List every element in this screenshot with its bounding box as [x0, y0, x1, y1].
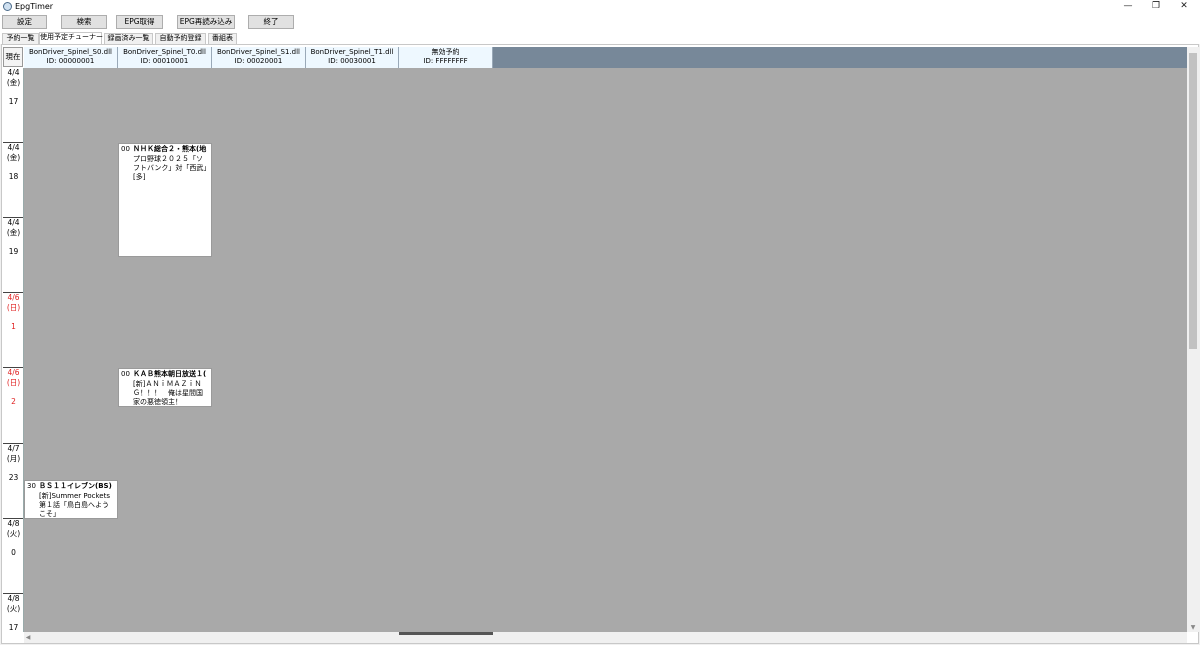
time-cell: 4/6 (日) 1	[3, 293, 23, 368]
toolbar: 設定 検索 EPG取得 EPG再読み込み 終了	[0, 13, 1200, 32]
now-button[interactable]: 現在	[3, 47, 23, 67]
schedule-grid: 00 ＮＨＫ総合２・熊本(地 プロ野球２０２５「ソフトバンク」対「西武」[多] …	[24, 68, 1187, 632]
app-window: EpgTimer — ❐ ✕ 設定 検索 EPG取得 EPG再読み込み 終了 予…	[0, 0, 1200, 645]
time-date: 4/6	[7, 368, 20, 377]
program-block[interactable]: 00 ＮＨＫ総合２・熊本(地 プロ野球２０２５「ソフトバンク」対「西武」[多]	[118, 143, 212, 257]
tuner-header[interactable]: BonDriver_Spinel_T0.dll ID: 00010001	[118, 47, 212, 68]
time-hour: 17	[8, 623, 19, 632]
time-cell: 4/8 (火) 0	[3, 519, 23, 594]
time-weekday: (火)	[6, 529, 21, 538]
tuner-header[interactable]: BonDriver_Spinel_S1.dll ID: 00020001	[212, 47, 306, 68]
program-title: [新]ＡＮｉＭＡＺｉＮＧ！！！ 俺は星間国家の悪徳領主！	[133, 380, 203, 406]
time-date: 4/4	[7, 68, 20, 77]
time-cell: 4/4 (金) 18	[3, 143, 23, 218]
time-hour: 0	[11, 548, 16, 557]
time-hour: 17	[8, 97, 19, 106]
time-hour: 1	[11, 322, 16, 331]
search-button[interactable]: 検索	[61, 15, 107, 29]
time-weekday: (金)	[6, 78, 21, 87]
tuner-header[interactable]: BonDriver_Spinel_T1.dll ID: 00030001	[306, 47, 399, 68]
time-date: 4/6	[7, 293, 20, 302]
tab-auto-reservation[interactable]: 自動予約登録	[155, 33, 206, 44]
restore-button[interactable]: ❐	[1142, 0, 1170, 13]
time-hour: 2	[11, 397, 16, 406]
time-weekday: (火)	[6, 604, 21, 613]
tuner-id: ID: 00000001	[46, 57, 95, 65]
time-hour: 23	[8, 473, 19, 482]
exit-button[interactable]: 終了	[248, 15, 294, 29]
time-date: 4/7	[7, 444, 20, 453]
program-service: ＫＡＢ熊本朝日放送１(	[133, 370, 207, 378]
program-minute: 30	[27, 482, 36, 490]
tab-epg-guide[interactable]: 番組表	[208, 33, 237, 44]
time-cell: 4/4 (金) 17	[3, 68, 23, 143]
vertical-scroll-thumb[interactable]	[1189, 53, 1197, 349]
close-button[interactable]: ✕	[1170, 0, 1198, 13]
time-hour: 18	[8, 172, 19, 181]
program-block[interactable]: 30 ＢＳ１１イレブン(BS) [新]Summer Pockets 第１話「鳥白…	[24, 480, 118, 519]
program-title: [新]Summer Pockets 第１話「鳥白島へようこそ」	[39, 492, 110, 518]
time-hour: 19	[8, 247, 19, 256]
program-minute: 00	[121, 370, 130, 378]
tab-bar: 予約一覧 使用予定チューナー 録画済み一覧 自動予約登録 番組表	[0, 32, 1200, 44]
title-bar: EpgTimer — ❐ ✕	[0, 0, 1200, 13]
minimize-button[interactable]: —	[1114, 0, 1142, 13]
vertical-scrollbar[interactable]: ▼	[1187, 47, 1199, 632]
tuner-id: ID: FFFFFFFF	[423, 57, 468, 65]
time-weekday: (月)	[6, 454, 21, 463]
time-weekday: (金)	[6, 153, 21, 162]
time-cell: 4/4 (金) 19	[3, 218, 23, 293]
window-title: EpgTimer	[15, 2, 54, 11]
tuner-name: BonDriver_Spinel_S0.dll	[28, 48, 113, 56]
time-weekday: (日)	[6, 303, 21, 312]
tuner-name: 無効予約	[431, 48, 460, 56]
time-date: 4/4	[7, 143, 20, 152]
tuner-name: BonDriver_Spinel_T0.dll	[123, 48, 206, 56]
tuner-id: ID: 00020001	[234, 57, 283, 65]
tuner-id: ID: 00010001	[140, 57, 189, 65]
horizontal-scrollbar[interactable]: ◀	[24, 632, 1187, 643]
program-block[interactable]: 00 ＫＡＢ熊本朝日放送１( [新]ＡＮｉＭＡＺｉＮＧ！！！ 俺は星間国家の悪徳…	[118, 368, 212, 407]
horizontal-scroll-thumb[interactable]	[399, 632, 493, 635]
time-date: 4/8	[7, 519, 20, 528]
tuner-name: BonDriver_Spinel_S1.dll	[216, 48, 301, 56]
scroll-left-arrow-icon[interactable]: ◀	[24, 634, 32, 642]
settings-button[interactable]: 設定	[2, 15, 47, 29]
tuner-id: ID: 00030001	[328, 57, 376, 65]
time-cell: 4/7 (月) 23	[3, 444, 23, 519]
epg-get-button[interactable]: EPG取得	[116, 15, 163, 29]
time-cell: 4/8 (火) 17	[3, 594, 23, 632]
time-column: 4/4 (金) 17 4/4 (金) 18 4/4 (金) 19 4/6 (日)…	[3, 68, 24, 632]
program-minute: 00	[121, 145, 130, 153]
epg-reload-button[interactable]: EPG再読み込み	[177, 15, 235, 29]
time-weekday: (日)	[6, 378, 21, 387]
tuner-header[interactable]: 無効予約 ID: FFFFFFFF	[399, 47, 493, 68]
tuner-header[interactable]: BonDriver_Spinel_S0.dll ID: 00000001	[24, 47, 118, 68]
time-date: 4/8	[7, 594, 20, 603]
program-title: プロ野球２０２５「ソフトバンク」対「西武」[多]	[133, 155, 207, 181]
program-service: ＮＨＫ総合２・熊本(地	[133, 145, 207, 153]
tab-tuner-schedule[interactable]: 使用予定チューナー	[39, 32, 103, 44]
program-service: ＢＳ１１イレブン(BS)	[39, 482, 112, 490]
time-cell: 4/6 (日) 2	[3, 368, 23, 444]
time-weekday: (金)	[6, 228, 21, 237]
tab-reservation-list[interactable]: 予約一覧	[2, 33, 39, 44]
scroll-down-arrow-icon[interactable]: ▼	[1187, 624, 1199, 632]
tuner-name: BonDriver_Spinel_T1.dll	[310, 48, 394, 56]
app-icon	[3, 2, 12, 11]
time-date: 4/4	[7, 218, 20, 227]
tab-recorded-list[interactable]: 録画済み一覧	[104, 33, 153, 44]
